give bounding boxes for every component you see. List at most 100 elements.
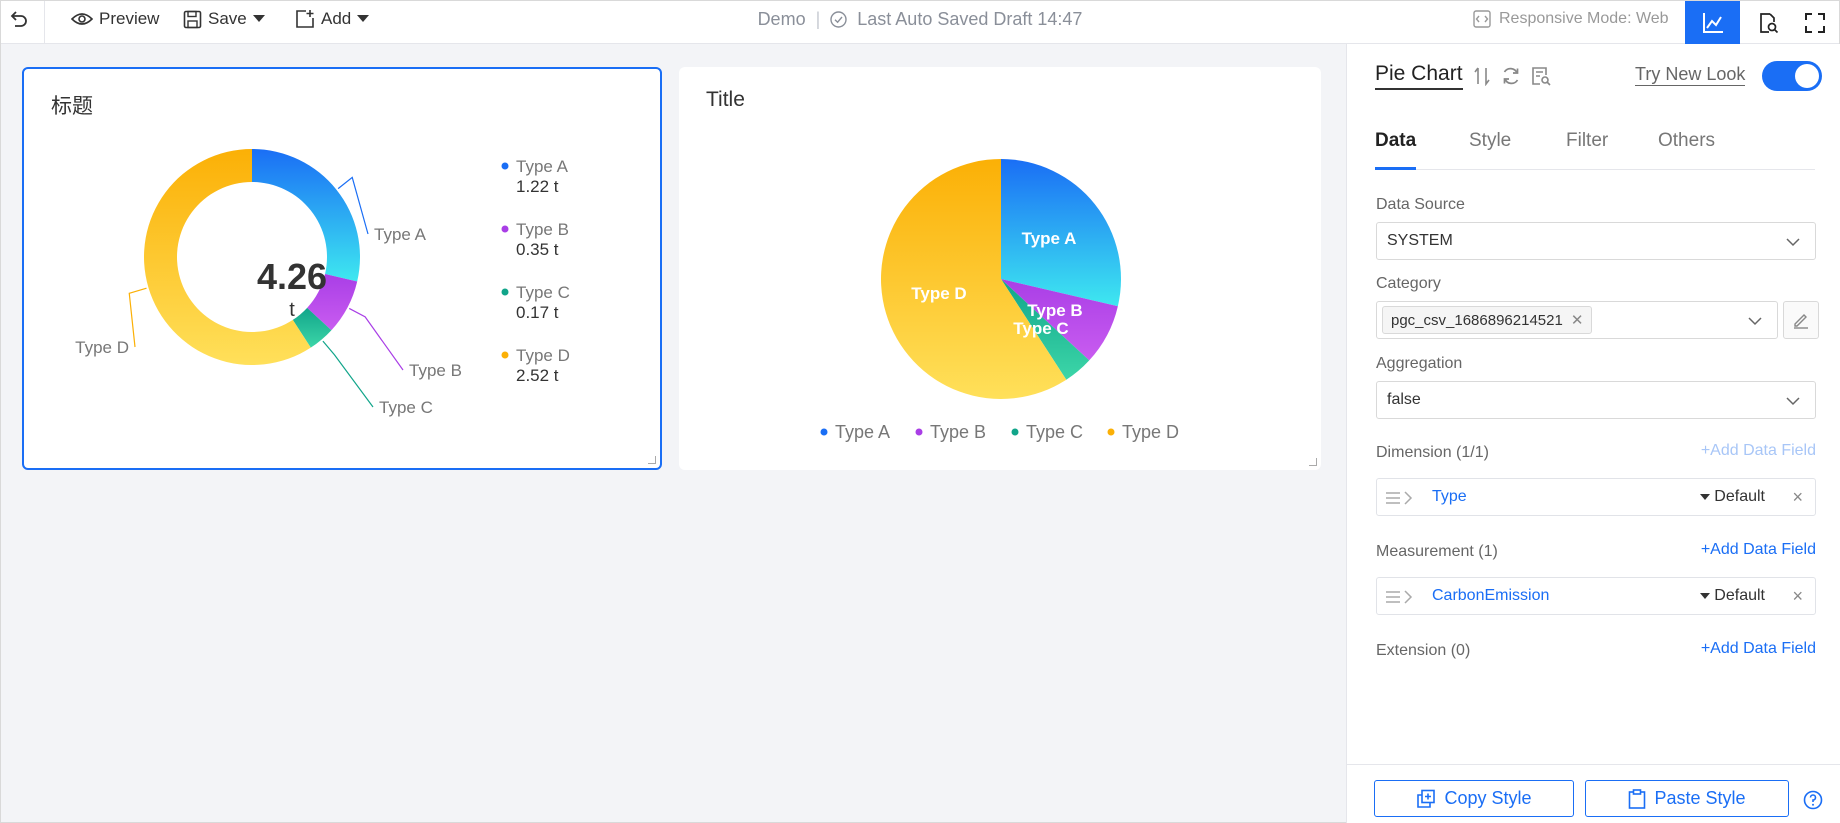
legend-dot <box>501 225 509 233</box>
data-source-value: SYSTEM <box>1387 232 1453 249</box>
preview-label: Preview <box>99 9 160 28</box>
legend-item-value: 2.52 t <box>516 366 559 385</box>
toggle-knob <box>1795 64 1819 88</box>
tab-filter[interactable]: Filter <box>1566 126 1608 170</box>
tab-style[interactable]: Style <box>1469 126 1511 170</box>
document-search-icon <box>1759 12 1778 33</box>
legend-item[interactable]: Type B <box>930 422 986 442</box>
remove-field-icon[interactable]: × <box>1792 487 1803 508</box>
measurement-field-item[interactable]: CarbonEmission Default × <box>1376 577 1816 615</box>
legend-item[interactable]: Type C <box>1026 422 1083 442</box>
fullscreen-icon <box>1804 12 1825 33</box>
data-source-label: Data Source <box>1376 196 1465 213</box>
panel-footer: Copy Style Paste Style <box>1347 764 1840 823</box>
chart-type-selector[interactable]: Pie Chart <box>1375 62 1463 90</box>
responsive-icon <box>1473 10 1491 28</box>
measurement-aggregation-dropdown[interactable]: Default <box>1700 587 1765 605</box>
legend-item-name: Type C <box>516 283 570 302</box>
category-tag: pgc_csv_1686896214521 ✕ <box>1382 306 1593 334</box>
legend-dot <box>820 428 828 436</box>
chevron-down-icon <box>1786 397 1800 406</box>
save-button[interactable]: Save <box>183 1 265 37</box>
aggregation-select[interactable]: false <box>1376 381 1816 419</box>
chart-edit-icon <box>1702 12 1723 33</box>
panel-header: Pie Chart <box>1375 62 1551 90</box>
legend-item-value: 0.17 t <box>516 303 559 322</box>
tab-others[interactable]: Others <box>1658 126 1715 170</box>
pie-slice-label: Type A <box>1022 229 1077 248</box>
dimension-field-name: Type <box>1432 488 1467 505</box>
responsive-mode[interactable]: Responsive Mode: Web <box>1473 1 1669 37</box>
drag-handle-icon[interactable] <box>1385 588 1419 606</box>
autosave-status: Last Auto Saved Draft 14:47 <box>857 8 1083 29</box>
donut-slice-label: Type D <box>75 338 129 357</box>
aggregation-value: false <box>1387 391 1421 408</box>
resize-handle[interactable] <box>648 456 656 464</box>
add-measurement-button[interactable]: +Add Data Field <box>1701 541 1816 559</box>
category-label: Category <box>1376 275 1441 292</box>
page-name: Demo <box>757 8 806 29</box>
paste-style-label: Paste Style <box>1654 788 1746 808</box>
help-icon[interactable] <box>1803 790 1823 810</box>
legend-item-value: 1.22 t <box>516 177 559 196</box>
new-look-toggle[interactable] <box>1762 61 1822 91</box>
refresh-icon[interactable] <box>1501 66 1521 86</box>
legend-item[interactable]: Type A <box>835 422 890 442</box>
donut-chart-card[interactable]: 标题 Type A Type B Type C Type D 4.26 t Type … <box>22 67 662 470</box>
label-leader-line <box>348 307 404 371</box>
check-circle-icon <box>830 10 847 28</box>
top-toolbar: Preview Save Add Demo | Last Auto Saved … <box>1 1 1839 44</box>
resize-handle[interactable] <box>1309 458 1317 466</box>
legend-dot <box>915 428 923 436</box>
add-square-icon <box>296 10 314 28</box>
extension-label: Extension (0) <box>1376 642 1471 659</box>
tag-close-icon[interactable]: ✕ <box>1571 311 1584 329</box>
legend-item-value: 0.35 t <box>516 240 559 259</box>
legend-item-name: Type D <box>516 346 570 365</box>
measurement-label: Measurement (1) <box>1376 543 1498 560</box>
category-edit-button[interactable] <box>1783 301 1819 339</box>
donut-slice-label: Type A <box>374 225 427 244</box>
legend-dot <box>501 351 509 359</box>
chevron-down-icon <box>1786 238 1800 247</box>
drag-handle-icon[interactable] <box>1385 489 1419 507</box>
aggregation-label: Aggregation <box>1376 355 1463 372</box>
caret-down-icon <box>252 15 265 22</box>
dimension-label: Dimension (1/1) <box>1376 444 1489 461</box>
data-preview-icon[interactable] <box>1531 66 1551 86</box>
dimension-field-item[interactable]: Type Default × <box>1376 478 1816 516</box>
data-source-select[interactable]: SYSTEM <box>1376 222 1816 260</box>
donut-chart: Type AType BType CType D 4.26 t Type A1.… <box>75 149 570 417</box>
legend-dot <box>501 288 509 296</box>
pie-slice-label: Type B <box>1027 301 1082 320</box>
fullscreen-button[interactable] <box>1787 1 1840 44</box>
legend-item[interactable]: Type D <box>1122 422 1179 442</box>
caret-down-icon <box>1700 592 1711 599</box>
remove-field-icon[interactable]: × <box>1792 586 1803 607</box>
preview-button[interactable]: Preview <box>71 1 159 37</box>
undo-icon <box>10 11 27 27</box>
properties-panel: Pie Chart Try New Look Data Style Filter… <box>1346 44 1840 823</box>
copy-style-button[interactable]: Copy Style <box>1374 780 1574 817</box>
try-new-look-link[interactable]: Try New Look <box>1635 64 1746 86</box>
dimension-aggregation-dropdown[interactable]: Default <box>1700 488 1765 506</box>
donut-slice-label: Type B <box>409 361 462 380</box>
chart-settings-button[interactable] <box>1685 1 1740 44</box>
undo-button[interactable] <box>9 1 29 37</box>
dimension-aggregation-value: Default <box>1714 488 1765 505</box>
add-extension-button[interactable]: +Add Data Field <box>1701 640 1816 658</box>
add-dimension-button[interactable]: +Add Data Field <box>1701 442 1816 460</box>
legend-item-name: Type A <box>516 157 569 176</box>
tab-data[interactable]: Data <box>1375 126 1417 170</box>
pie-chart-card[interactable]: Title Type A Type B Type C Type D Type A Typ… <box>679 67 1321 470</box>
category-select[interactable]: pgc_csv_1686896214521 ✕ <box>1376 301 1778 339</box>
paste-style-button[interactable]: Paste Style <box>1585 780 1789 817</box>
sort-icon[interactable] <box>1473 66 1491 86</box>
label-leader-line <box>128 287 147 348</box>
label-leader-line <box>322 340 374 408</box>
pie-chart: Type AType BType CType D Type A Type B Typ… <box>820 159 1179 442</box>
copy-style-label: Copy Style <box>1444 788 1532 808</box>
add-button[interactable]: Add <box>295 1 370 37</box>
legend-dot <box>1011 428 1019 436</box>
clipboard-icon <box>1629 788 1646 809</box>
